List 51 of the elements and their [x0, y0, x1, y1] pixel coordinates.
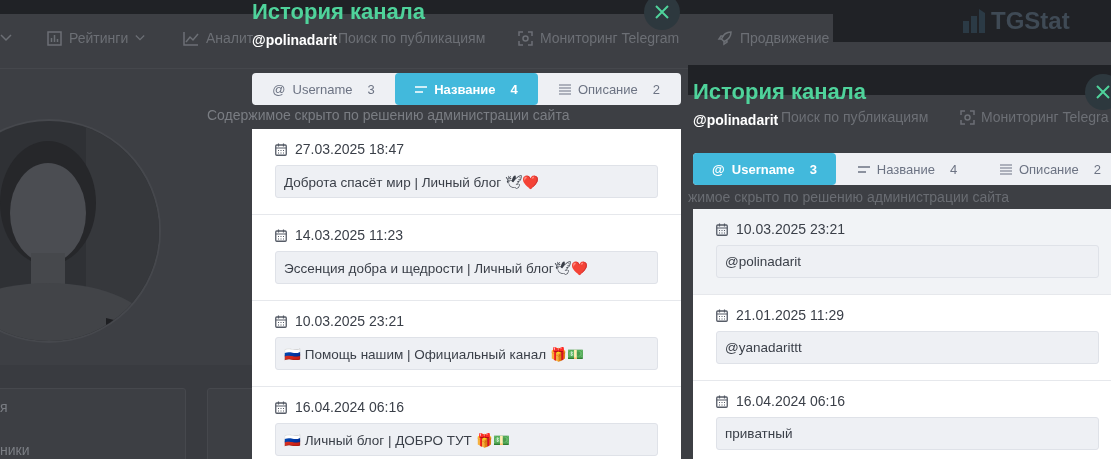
text-lines-icon: [999, 163, 1012, 175]
tab[interactable]: Название 4: [395, 73, 538, 105]
value-field: @yanadarittt: [716, 331, 1099, 364]
text-lines-icon: [558, 83, 571, 95]
card-text: я: [0, 399, 8, 415]
at-sign-icon: @: [272, 81, 286, 97]
value-field: приватный: [716, 417, 1099, 450]
line-chart-icon: [183, 30, 199, 46]
value-field: Эссенция добра и щедрости | Личный блог🕊❤: [275, 251, 658, 284]
date-text: 10.03.2025 23:21: [736, 221, 845, 237]
logo-icon: [963, 9, 985, 33]
calendar-icon: [275, 314, 287, 328]
channel-handle: @polinadarit: [693, 112, 779, 128]
date-text: 27.03.2025 18:47: [295, 141, 404, 157]
calendar-icon: [716, 308, 728, 322]
caret-icon: [0, 34, 12, 42]
calendar-icon: [716, 394, 728, 408]
dialog-title: История канала: [693, 80, 866, 104]
tab[interactable]: Описание 2: [979, 153, 1111, 185]
bar-chart-icon: [47, 30, 62, 46]
short-lines-icon: [415, 85, 428, 93]
value-field: Доброта спасёт мир | Личный блог 🕊❤: [275, 165, 658, 198]
short-lines-icon: [857, 165, 870, 173]
at-sign-icon: @: [712, 161, 725, 177]
channel-handle: @polinadarit: [252, 32, 338, 48]
tab[interactable]: Описание 2: [538, 73, 681, 105]
close-button[interactable]: [1085, 74, 1111, 110]
value-field: @polinadarit: [716, 245, 1099, 278]
close-icon: [655, 5, 669, 19]
tab[interactable]: @ Username 3: [252, 73, 395, 105]
scan-icon: [960, 109, 975, 125]
value-field: 🇷🇺 Помощь нашим | Официальный канал 🎁💵: [275, 337, 658, 370]
card-text: ники: [0, 442, 30, 458]
rocket-icon: [717, 30, 733, 46]
date-text: 16.04.2024 06:16: [295, 399, 404, 415]
date-text: 21.01.2025 11:29: [736, 307, 844, 323]
tab[interactable]: Название 4: [836, 153, 979, 185]
caret-icon: [135, 34, 146, 42]
date-text: 10.03.2025 23:21: [295, 313, 404, 329]
calendar-icon: [716, 222, 728, 236]
dialog-title: История канала: [252, 0, 425, 24]
scan-icon: [518, 30, 533, 46]
tab[interactable]: @ Username 3: [693, 153, 836, 185]
calendar-icon: [275, 400, 287, 414]
notice-text: Содержимое скрыто по решению администрации сайта: [207, 107, 570, 123]
calendar-icon: [275, 142, 287, 156]
calendar-icon: [275, 228, 287, 242]
date-text: 14.03.2025 11:23: [295, 227, 403, 243]
date-text: 16.04.2024 06:16: [736, 393, 845, 409]
close-icon: [1096, 85, 1110, 99]
value-field: 🇷🇺 Личный блог | ДОБРО ТУТ 🎁💵: [275, 423, 658, 456]
